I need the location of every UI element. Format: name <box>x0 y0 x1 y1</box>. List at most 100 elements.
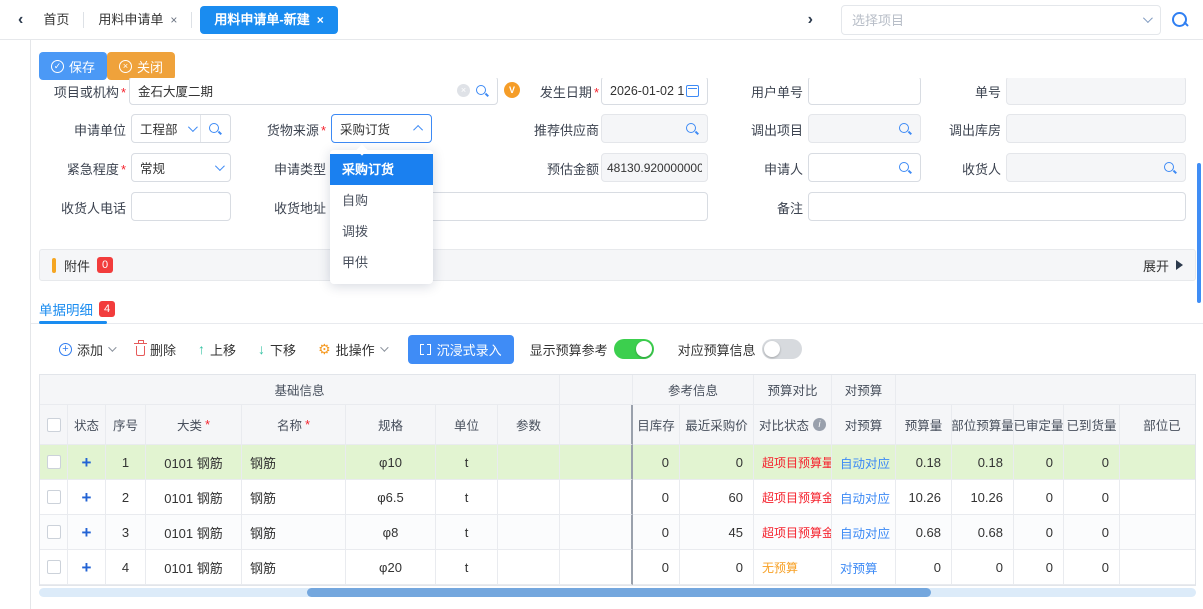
triangle-right-icon <box>1176 260 1183 270</box>
column-group-header <box>560 375 633 405</box>
cell-category: 0101 钢筋 <box>146 480 242 515</box>
row-add-icon[interactable]: + <box>82 454 92 471</box>
clear-icon[interactable]: × <box>457 84 470 97</box>
cell-q3: 0 <box>1014 445 1064 480</box>
show-budget-toggle[interactable] <box>614 339 654 359</box>
search-icon[interactable] <box>208 122 222 136</box>
chevron-down-icon <box>380 343 388 351</box>
save-button[interactable]: ✓ 保存 <box>39 52 107 80</box>
supplier-label: 推荐供应商 <box>509 120 599 139</box>
vertical-scrollbar-thumb[interactable] <box>1197 163 1201 303</box>
column-header: 预算量 <box>896 405 952 445</box>
cell-budget: 自动对应 <box>832 480 896 515</box>
immersive-entry-button[interactable]: 沉浸式录入 <box>408 335 514 364</box>
row-add-icon[interactable]: + <box>82 524 92 541</box>
app-window: ‹ 首页 用料申请单 × 用料申请单-新建 × › 选择项目 ✓ 保存 × 关闭 <box>0 0 1203 609</box>
project-input[interactable]: 金石大厦二期 × <box>129 78 498 105</box>
add-button[interactable]: + 添加 <box>59 340 114 359</box>
arrow-down-icon: ↓ <box>258 341 265 357</box>
close-tab-icon[interactable]: × <box>317 6 324 34</box>
address-label: 收货地址 <box>236 198 326 217</box>
project-select-placeholder: 选择项目 <box>852 10 1143 29</box>
est-amount-label: 预估金额 <box>509 159 599 178</box>
project-select[interactable]: 选择项目 <box>841 5 1161 35</box>
row-checkbox[interactable] <box>47 455 61 469</box>
close-tab-icon[interactable]: × <box>170 0 177 40</box>
move-down-button[interactable]: ↓ 下移 <box>258 340 296 359</box>
dropdown-option[interactable]: 调拨 <box>330 216 433 247</box>
cell-blank <box>560 550 633 585</box>
column-header: 规格 <box>346 405 436 445</box>
arrow-up-icon: ↑ <box>198 341 205 357</box>
search-icon[interactable] <box>898 122 912 136</box>
apply-unit-select[interactable]: 工程部 <box>131 114 231 143</box>
tab-material-request[interactable]: 用料申请单 × <box>84 0 191 40</box>
budget-info-label: 对应预算信息 <box>678 340 756 359</box>
search-icon[interactable] <box>475 84 489 98</box>
cell-q3: 0 <box>1014 550 1064 585</box>
column-group-header: 参考信息 <box>633 375 754 405</box>
table-row: +40101 钢筋钢筋φ20t00无预算对预算0000 <box>40 550 1196 585</box>
budget-map-link[interactable]: 自动对应 <box>840 523 890 542</box>
column-group-header: 对预算 <box>832 375 896 405</box>
check-circle-icon: ✓ <box>51 60 64 73</box>
budget-info-toggle[interactable] <box>762 339 802 359</box>
receiver-phone-input[interactable] <box>131 192 231 221</box>
save-label: 保存 <box>69 57 95 76</box>
gear-icon: ⚙ <box>318 342 331 356</box>
date-input[interactable]: 2026-01-02 1 <box>601 78 708 105</box>
budget-map-link[interactable]: 自动对应 <box>840 488 890 507</box>
cell-blank <box>560 480 633 515</box>
user-no-input[interactable] <box>808 78 921 105</box>
budget-map-link[interactable]: 对预算 <box>840 558 878 577</box>
search-icon[interactable] <box>685 122 699 136</box>
select-all-checkbox[interactable] <box>47 418 61 432</box>
delete-button[interactable]: 删除 <box>136 340 176 359</box>
brackets-icon <box>420 344 431 355</box>
cell-price: 0 <box>680 445 754 480</box>
cell-stock: 0 <box>633 445 680 480</box>
row-checkbox[interactable] <box>47 560 61 574</box>
row-add-icon[interactable]: + <box>82 559 92 576</box>
cell-budget: 自动对应 <box>832 515 896 550</box>
cell-last <box>1120 480 1196 515</box>
source-select[interactable]: 采购订货 <box>331 114 432 143</box>
attachment-bar[interactable]: 附件 0 展开 <box>39 249 1196 281</box>
info-icon[interactable]: i <box>813 418 826 431</box>
horizontal-scrollbar-thumb[interactable] <box>307 588 931 597</box>
budget-map-link[interactable]: 自动对应 <box>840 453 890 472</box>
expand-button[interactable]: 展开 <box>1143 256 1183 275</box>
tab-material-request-new[interactable]: 用料申请单-新建 × <box>200 6 337 34</box>
row-checkbox[interactable] <box>47 525 61 539</box>
dropdown-option[interactable]: 自购 <box>330 185 433 216</box>
row-checkbox[interactable] <box>47 490 61 504</box>
applicant-input[interactable] <box>808 153 921 182</box>
batch-operation-button[interactable]: ⚙ 批操作 <box>318 340 386 359</box>
column-header: 对比状态i <box>754 405 832 445</box>
x-circle-icon: × <box>119 60 132 73</box>
row-add-icon[interactable]: + <box>82 489 92 506</box>
search-icon[interactable] <box>1163 161 1177 175</box>
receiver-label: 收货人 <box>911 159 1001 178</box>
cell-q3: 0 <box>1014 515 1064 550</box>
urgency-select[interactable]: 常规 <box>131 153 231 182</box>
tab-detail-lines[interactable]: 单据明细 4 <box>39 296 115 321</box>
search-icon[interactable] <box>1171 11 1189 29</box>
remark-input[interactable] <box>808 192 1186 221</box>
calendar-icon[interactable] <box>686 85 699 97</box>
chevron-down-icon <box>188 122 198 132</box>
column-header: 目库存 <box>633 405 680 445</box>
cell-blank <box>560 515 633 550</box>
close-button[interactable]: × 关闭 <box>107 52 175 80</box>
tabs-scroll-left-icon[interactable]: ‹ <box>12 11 29 29</box>
dropdown-option[interactable]: 采购订货 <box>330 154 433 185</box>
tab-label: 用料申请单-新建 <box>214 6 309 34</box>
table-row: +30101 钢筋钢筋φ8t045超项目预算金额自动对应0.680.6800 <box>40 515 1196 550</box>
search-icon[interactable] <box>898 161 912 175</box>
column-header: 部位预算量 <box>952 405 1014 445</box>
tabs-scroll-right-icon[interactable]: › <box>802 11 819 29</box>
move-up-button[interactable]: ↑ 上移 <box>198 340 236 359</box>
cell-q1: 0 <box>896 550 952 585</box>
dropdown-option[interactable]: 甲供 <box>330 247 433 278</box>
tab-home[interactable]: 首页 <box>29 0 83 40</box>
